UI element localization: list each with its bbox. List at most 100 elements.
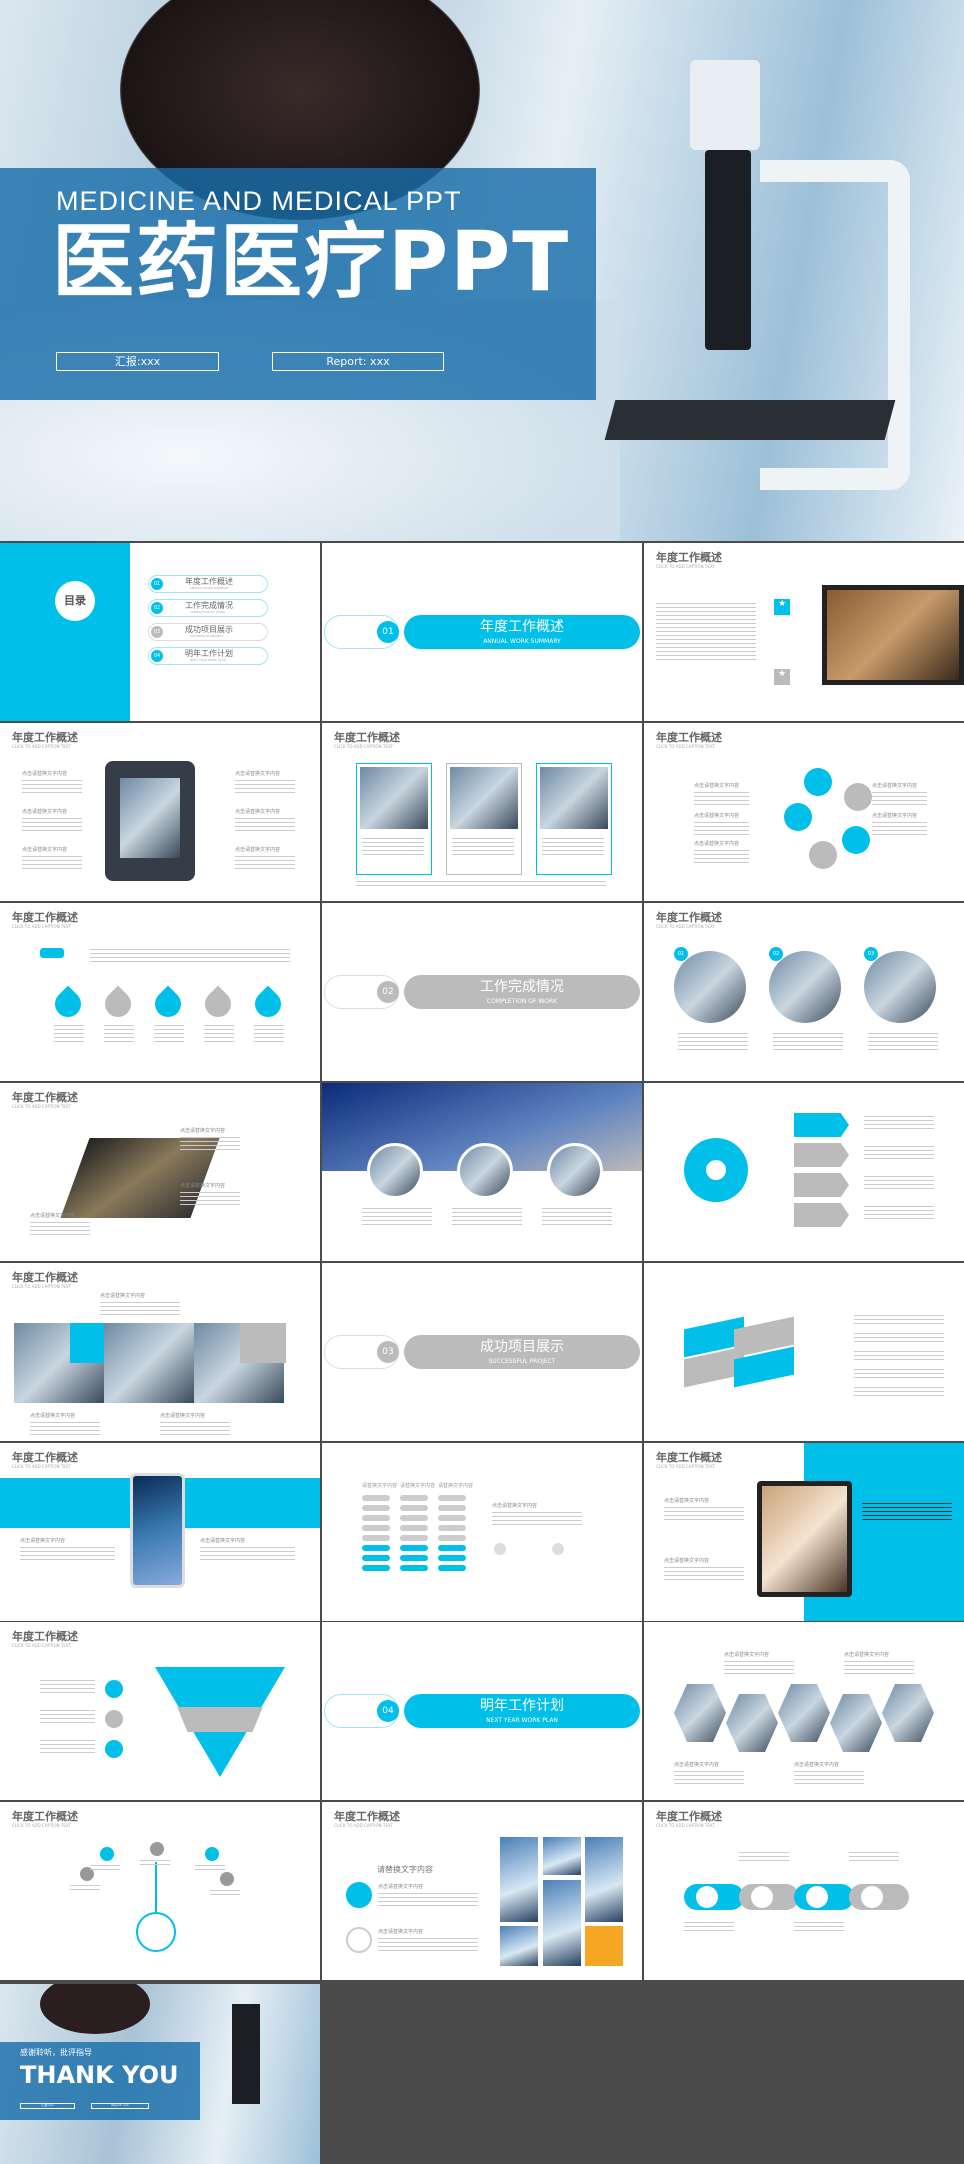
slide-thumbnail[interactable]: 年度工作概述 CLICK TO ADD CAPTION TEXT bbox=[644, 1802, 964, 1980]
section-title: 明年工作计划 bbox=[480, 1698, 564, 1714]
bar-cell bbox=[362, 1555, 390, 1561]
water-drop-icon bbox=[149, 985, 187, 1023]
placeholder-text bbox=[844, 1661, 914, 1675]
bar-cell bbox=[400, 1555, 428, 1561]
funnel-mid-layer bbox=[177, 1707, 263, 1732]
tree-text bbox=[70, 1885, 100, 1893]
slide-thumbnail[interactable]: 年度工作概述 CLICK TO ADD CAPTION TEXT 01 02 03 bbox=[644, 903, 964, 1081]
placeholder-text bbox=[22, 856, 82, 870]
team-photo bbox=[104, 1323, 194, 1403]
thanks-report: Report: xxx bbox=[91, 2103, 149, 2109]
star-icon: ★ bbox=[774, 669, 790, 685]
slide-thumbnail[interactable]: 02 工作完成情况 COMPLETION OF WORK bbox=[322, 903, 642, 1081]
slide-thumbnail[interactable]: 年度工作概述 CLICK TO ADD CAPTION TEXT ★ ★ bbox=[644, 543, 964, 721]
section-number: 01 bbox=[377, 621, 399, 643]
bar-cell bbox=[400, 1525, 428, 1531]
placeholder-heading: 点击请替换文字内容 bbox=[235, 809, 281, 815]
thanks-photo-microscope bbox=[232, 2004, 260, 2104]
cover-photo-microscope-lens bbox=[705, 150, 751, 350]
cycle-node-icon bbox=[804, 768, 832, 796]
card-text bbox=[362, 838, 424, 858]
placeholder-heading: 点击请替换文字内容 bbox=[872, 783, 918, 789]
donut-hole bbox=[706, 1160, 726, 1180]
building-photo bbox=[585, 1837, 623, 1922]
tree-icon bbox=[100, 1847, 114, 1861]
bar-cell bbox=[362, 1545, 390, 1551]
cover-slide[interactable]: MEDICINE AND MEDICAL PPT 医药医疗PPT 汇报:xxx … bbox=[0, 0, 964, 541]
card-image bbox=[540, 767, 608, 829]
slide-thumbnail[interactable]: 年度工作概述 CLICK TO ADD CAPTION TEXT bbox=[322, 723, 642, 901]
panel-text bbox=[862, 1503, 952, 1523]
slide-thumbnail[interactable]: 年度工作概述 CLICK TO ADD CAPTION TEXT 点击请替换文字内容… bbox=[0, 723, 320, 901]
slide-caption: CLICK TO ADD CAPTION TEXT bbox=[656, 564, 715, 569]
slide-thumbnail[interactable]: 年度工作概述 CLICK TO ADD CAPTION TEXT 点击请替换文字内容… bbox=[0, 1263, 320, 1441]
placeholder-heading: 点击请替换文字内容 bbox=[22, 809, 68, 815]
cube-text bbox=[854, 1369, 944, 1379]
bar-cell bbox=[438, 1495, 466, 1501]
placeholder-text bbox=[160, 1422, 230, 1436]
thanks-reporter: 汇报:xxx bbox=[20, 2103, 75, 2109]
placeholder-heading: 点击请替换文字内容 bbox=[180, 1183, 226, 1189]
slide-thumbnail[interactable]: 03 成功项目展示 SUCCESSFUL PROJECT bbox=[322, 1263, 642, 1441]
phone-image bbox=[130, 1473, 185, 1588]
column-label: 请替换文字内容 bbox=[400, 1483, 436, 1489]
slide-thumbnail[interactable]: 点击请替换文字内容 点击请替换文字内容 点击请替换文字内容 点击请替换文字内容 bbox=[644, 1622, 964, 1800]
slide-thumbnail[interactable] bbox=[322, 1083, 642, 1261]
section-number: 03 bbox=[377, 1341, 399, 1363]
placeholder-heading: 点击请替换文字内容 bbox=[844, 1652, 890, 1658]
slide-thumbnail[interactable]: 请替换文字内容 请替换文字内容 请替换文字内容 点击请替换文字内容 bbox=[322, 1443, 642, 1621]
circle-number: 02 bbox=[769, 947, 783, 961]
placeholder-text bbox=[180, 1192, 240, 1206]
slide-thumbnail[interactable]: 01 年度工作概述 ANNUAL WORK SUMMARY bbox=[322, 543, 642, 721]
arrow-label bbox=[794, 1113, 849, 1137]
slide-thumbnail[interactable]: 年度工作概述 CLICK TO ADD CAPTION TEXT bbox=[0, 903, 320, 1081]
placeholder-heading: 点击请替换文字内容 bbox=[378, 1929, 424, 1935]
slide-thumbnail[interactable]: 年度工作概述 CLICK TO ADD CAPTION TEXT bbox=[0, 1802, 320, 1980]
slide-thumbnail[interactable] bbox=[644, 1263, 964, 1441]
toc-item-number: 04 bbox=[151, 650, 163, 662]
slide-title: 年度工作概述 bbox=[12, 1451, 78, 1464]
section-subtitle: COMPLETION OF WORK bbox=[486, 998, 558, 1005]
slide-thumbnail[interactable]: 04 明年工作计划 NEXT YEAR WORK PLAN bbox=[322, 1622, 642, 1800]
slide-thumbnail[interactable]: 目录 01 年度工作概述 ANNUAL WORK SUMMARY 02 工作完成情况 COM… bbox=[0, 543, 320, 721]
slide-title: 年度工作概述 bbox=[12, 1091, 78, 1104]
chain-circle bbox=[861, 1886, 883, 1908]
slide-thumbnail[interactable] bbox=[644, 1083, 964, 1261]
cycle-node-icon bbox=[809, 841, 837, 869]
building-photo bbox=[500, 1837, 538, 1922]
bar-cell bbox=[438, 1565, 466, 1571]
chain-circle bbox=[751, 1886, 773, 1908]
bar-cell bbox=[438, 1535, 466, 1541]
placeholder-heading: 点击请替换文字内容 bbox=[160, 1413, 206, 1419]
column-label: 请替换文字内容 bbox=[438, 1483, 474, 1489]
toc-item-en: NEXT YEAR WORK PLAN bbox=[190, 658, 226, 662]
building-photo bbox=[543, 1880, 581, 1966]
tree-icon bbox=[220, 1872, 234, 1886]
slide-title: 年度工作概述 bbox=[12, 731, 78, 744]
sailboat-icon bbox=[346, 1927, 372, 1953]
placeholder-heading: 点击请替换文字内容 bbox=[724, 1652, 770, 1658]
bar-cell bbox=[362, 1565, 390, 1571]
placeholder-text bbox=[664, 1567, 744, 1581]
slide-caption: CLICK TO ADD CAPTION TEXT bbox=[334, 744, 393, 749]
slide-thumbnail[interactable]: 年度工作概述 CLICK TO ADD CAPTION TEXT 点击请替换文字内容… bbox=[644, 1443, 964, 1621]
bar-cell bbox=[362, 1525, 390, 1531]
drop-text bbox=[104, 1025, 134, 1043]
section-number: 04 bbox=[377, 1700, 399, 1722]
funnel-text bbox=[40, 1710, 95, 1724]
slide-title: 年度工作概述 bbox=[656, 911, 722, 924]
orange-text-box bbox=[585, 1926, 623, 1966]
slide-thumbnail[interactable]: 年度工作概述 CLICK TO ADD CAPTION TEXT 点击请替换文字内容… bbox=[0, 1083, 320, 1261]
slide-title: 年度工作概述 bbox=[12, 1271, 78, 1284]
slide-thumbnail[interactable]: 年度工作概述 CLICK TO ADD CAPTION TEXT bbox=[0, 1622, 320, 1800]
placeholder-text bbox=[694, 792, 749, 806]
cycle-node-icon bbox=[844, 783, 872, 811]
slide-thumbnail[interactable]: 年度工作概述 CLICK TO ADD CAPTION TEXT 点击请替换文字内容… bbox=[0, 1443, 320, 1621]
arrow-text bbox=[864, 1146, 934, 1160]
hexagon-photo bbox=[778, 1684, 830, 1742]
slide-thumbnail[interactable]: 年度工作概述 CLICK TO ADD CAPTION TEXT 点击请替换文字内容… bbox=[644, 723, 964, 901]
slide-thumbnail-thank-you[interactable]: 感谢聆听，批评指导 THANK YOU 汇报:xxx Report: xxx bbox=[0, 1984, 320, 2164]
slide-thumbnail[interactable]: 年度工作概述 CLICK TO ADD CAPTION TEXT 请替换文字内容 点击… bbox=[322, 1802, 642, 1980]
circle-text bbox=[362, 1208, 432, 1226]
water-drop-icon bbox=[199, 985, 237, 1023]
